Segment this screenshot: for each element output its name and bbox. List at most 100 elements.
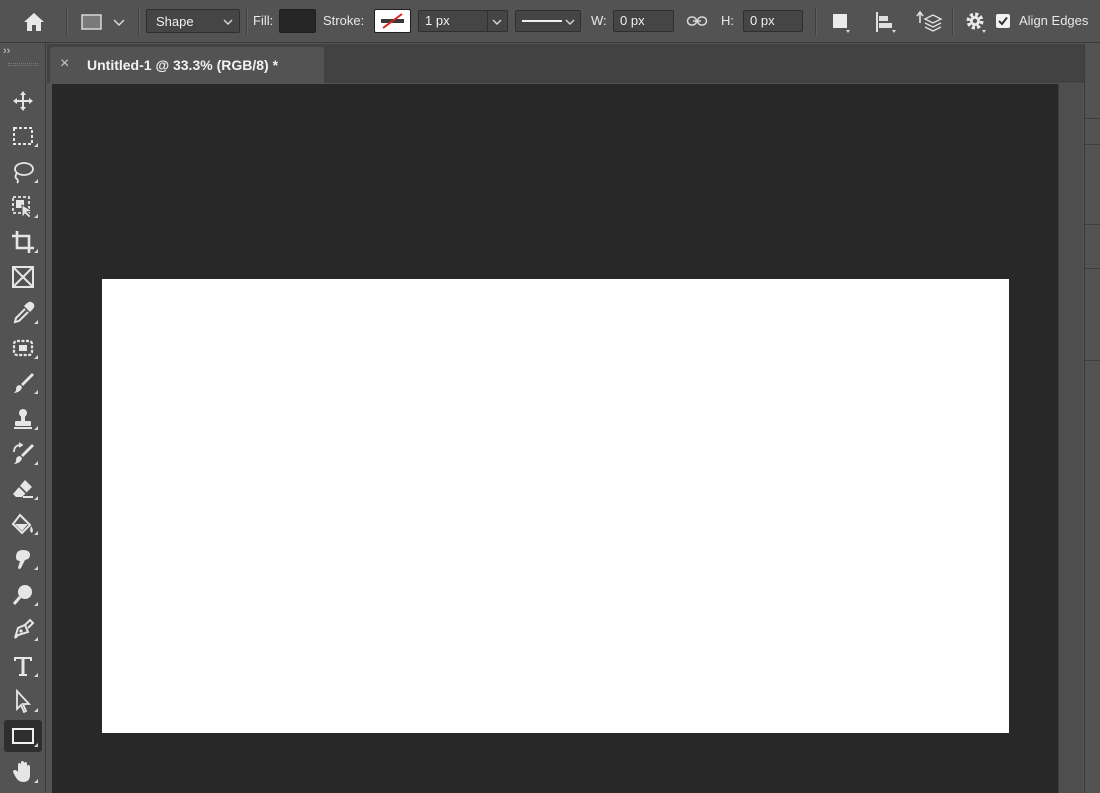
frame-tool[interactable] xyxy=(4,261,42,293)
eraser-tool[interactable] xyxy=(4,473,42,505)
tools-panel: ›› xyxy=(0,43,46,793)
chevron-down-icon xyxy=(113,18,125,26)
width-field[interactable]: 0 px xyxy=(613,10,674,32)
vertical-scrollbar[interactable] xyxy=(1058,84,1082,793)
rectangle-tool[interactable] xyxy=(4,720,42,752)
smudge-icon xyxy=(16,550,30,569)
align-left-icon xyxy=(876,12,896,33)
rectangle-icon xyxy=(12,728,34,744)
close-tab-icon[interactable]: × xyxy=(60,55,69,73)
tool-preset-picker[interactable] xyxy=(76,9,130,34)
move-tool[interactable] xyxy=(4,85,42,117)
brush-tool[interactable] xyxy=(4,367,42,399)
solid-line-icon xyxy=(522,20,562,22)
tool-group-indicator xyxy=(34,143,38,147)
tool-group-indicator xyxy=(34,602,38,606)
fill-swatch[interactable] xyxy=(279,9,316,33)
settings-button[interactable] xyxy=(960,9,990,35)
stroke-type-select[interactable] xyxy=(515,10,581,32)
tool-group-indicator xyxy=(34,355,38,359)
tool-mode-select[interactable]: Shape xyxy=(146,9,240,33)
width-value: 0 px xyxy=(620,13,645,28)
collapse-toolbar-button[interactable]: ›› xyxy=(0,43,46,63)
home-button[interactable] xyxy=(14,8,54,35)
arrange-layers-icon xyxy=(916,10,943,32)
rectangular-marquee-tool[interactable] xyxy=(4,120,42,152)
crop-tool[interactable] xyxy=(4,226,42,258)
paint-bucket-icon xyxy=(11,513,33,535)
dodge-tool[interactable] xyxy=(4,579,42,611)
height-value: 0 px xyxy=(750,13,775,28)
pen-icon xyxy=(14,618,35,639)
document-tab[interactable]: × Untitled-1 @ 33.3% (RGB/8) * xyxy=(50,47,324,83)
move-icon xyxy=(13,91,33,111)
lasso-tool[interactable] xyxy=(4,156,42,188)
eyedropper-tool[interactable] xyxy=(4,297,42,329)
dock-divider xyxy=(1085,144,1100,145)
path-arrangement-button[interactable] xyxy=(913,9,945,35)
toolbar-grip[interactable] xyxy=(8,63,38,66)
path-selection-tool[interactable] xyxy=(4,685,42,717)
object-selection-tool[interactable] xyxy=(4,191,42,223)
chevron-down-icon xyxy=(223,19,233,25)
tool-group-indicator xyxy=(34,461,38,465)
link-dimensions-button[interactable] xyxy=(684,11,710,31)
align-edges-checkbox[interactable] xyxy=(996,14,1010,28)
path-operations-button[interactable] xyxy=(826,9,854,35)
history-brush-tool[interactable] xyxy=(4,438,42,470)
healing-brush-tool[interactable] xyxy=(4,332,42,364)
right-panel-dock[interactable] xyxy=(1084,44,1100,793)
chevron-down-icon[interactable] xyxy=(491,16,503,28)
rectangle-preset-icon xyxy=(81,13,102,30)
tool-group-indicator xyxy=(34,637,38,641)
paint-bucket-tool[interactable] xyxy=(4,508,42,540)
tool-mode-value: Shape xyxy=(156,14,194,29)
height-field[interactable]: 0 px xyxy=(743,10,803,32)
stamp-icon xyxy=(14,409,32,429)
tool-group-indicator xyxy=(34,673,38,677)
type-tool[interactable] xyxy=(4,650,42,682)
dock-divider xyxy=(1085,360,1100,361)
hand-tool[interactable] xyxy=(4,756,42,788)
stroke-label: Stroke: xyxy=(323,13,365,28)
checkmark-icon xyxy=(998,16,1008,26)
dock-divider xyxy=(1085,118,1100,119)
marquee-icon xyxy=(13,127,33,145)
document-workspace[interactable] xyxy=(52,84,1058,793)
chevron-down-icon xyxy=(565,19,575,25)
tool-group-indicator xyxy=(34,249,38,253)
frame-icon xyxy=(12,266,34,288)
tool-group-indicator xyxy=(34,214,38,218)
clone-stamp-tool[interactable] xyxy=(4,403,42,435)
stroke-width-field[interactable]: 1 px xyxy=(418,10,508,32)
tool-group-indicator xyxy=(34,531,38,535)
path-operations-icon xyxy=(833,14,850,33)
bandage-icon xyxy=(12,339,34,357)
document-canvas[interactable] xyxy=(102,279,1009,733)
tool-group-indicator xyxy=(34,708,38,712)
document-tab-bar: × Untitled-1 @ 33.3% (RGB/8) * xyxy=(47,44,1085,83)
stroke-width-value: 1 px xyxy=(425,13,450,28)
link-icon xyxy=(686,16,708,26)
pen-tool[interactable] xyxy=(4,614,42,646)
eyedropper-icon xyxy=(13,301,35,324)
gear-icon xyxy=(966,12,986,33)
dodge-icon xyxy=(12,585,32,605)
history-brush-icon xyxy=(13,442,34,464)
align-edges-label[interactable]: Align Edges xyxy=(1019,13,1088,28)
tool-group-indicator xyxy=(34,566,38,570)
hand-icon xyxy=(13,761,30,782)
tool-group-indicator xyxy=(34,320,38,324)
smudge-tool[interactable] xyxy=(4,543,42,575)
type-icon xyxy=(14,657,32,676)
dock-divider xyxy=(1085,224,1100,225)
document-tab-title: Untitled-1 @ 33.3% (RGB/8) * xyxy=(87,57,279,73)
lasso-icon xyxy=(14,162,34,184)
width-label: W: xyxy=(591,13,607,28)
eraser-icon xyxy=(13,480,33,498)
crop-icon xyxy=(12,231,34,253)
path-alignment-button[interactable] xyxy=(870,9,900,35)
stroke-swatch[interactable] xyxy=(374,9,411,33)
dock-divider xyxy=(1085,268,1100,269)
height-label: H: xyxy=(721,13,734,28)
